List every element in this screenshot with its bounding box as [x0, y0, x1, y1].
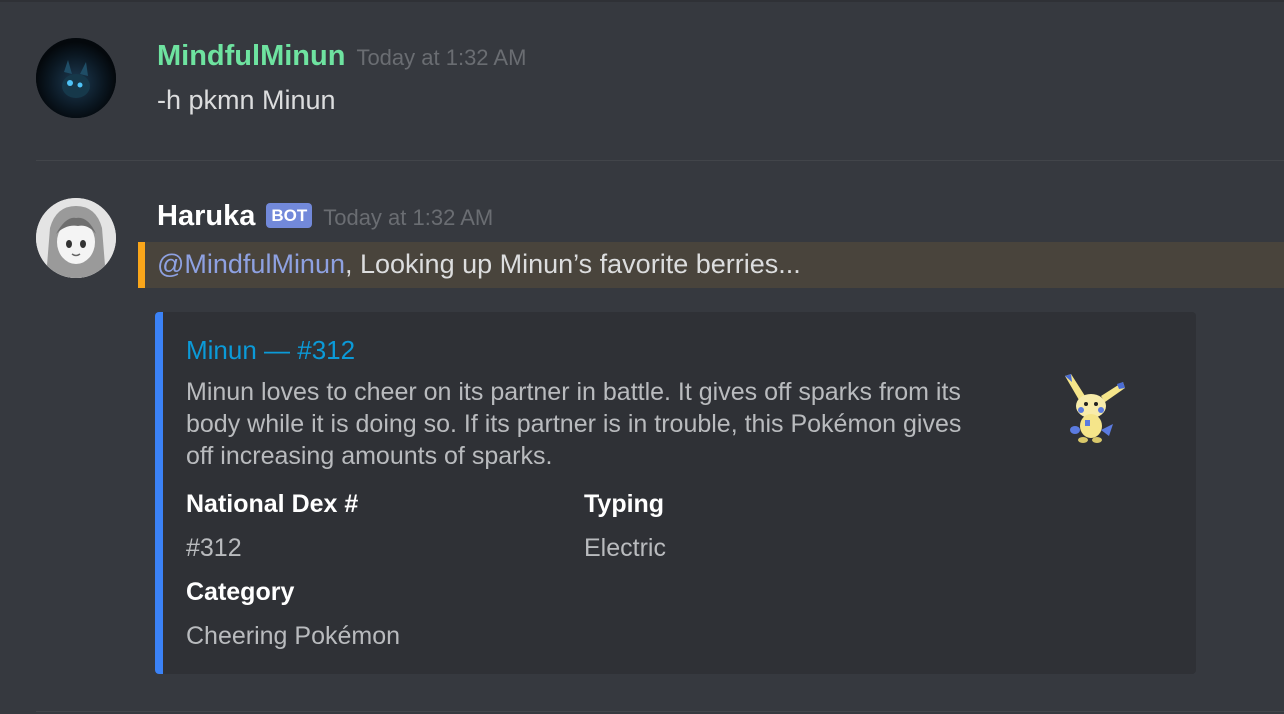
avatar-image — [36, 198, 116, 278]
message-text: @MindfulMinun, Looking up Minun’s favori… — [157, 249, 801, 280]
user-mention[interactable]: @MindfulMinun — [157, 249, 345, 279]
avatar-image — [36, 38, 116, 118]
message-divider — [36, 160, 1284, 161]
message-header: MindfulMinun Today at 1:32 AM — [157, 40, 526, 76]
username[interactable]: Haruka — [157, 200, 255, 233]
timestamp: Today at 1:32 AM — [323, 205, 494, 230]
message-text: -h pkmn Minun — [157, 85, 336, 115]
rich-embed: Minun — #312 Minun loves to cheer on its… — [155, 312, 1196, 674]
embed-title[interactable]: Minun — #312 — [186, 335, 355, 366]
field-value-typing: Electric — [584, 534, 666, 562]
field-value-category: Cheering Pokémon — [186, 622, 401, 650]
field-name-national-dex: National Dex # — [186, 490, 359, 518]
username[interactable]: MindfulMinun — [157, 40, 345, 73]
field-name-typing: Typing — [584, 490, 665, 518]
field-name-category: Category — [186, 578, 295, 606]
mention-indicator — [138, 242, 145, 288]
bot-avatar[interactable] — [36, 198, 116, 278]
bot-tag: BOT — [266, 203, 313, 228]
user-avatar[interactable] — [36, 38, 116, 118]
message-body: , Looking up Minun’s favorite berries... — [345, 249, 801, 279]
field-value-national-dex: #312 — [186, 534, 242, 562]
minun-sprite-icon[interactable] — [1061, 370, 1129, 450]
sprite-image — [1065, 374, 1125, 443]
mention-highlight: @MindfulMinun, Looking up Minun’s favori… — [138, 242, 1284, 288]
top-divider — [0, 0, 1284, 2]
timestamp: Today at 1:32 AM — [356, 45, 527, 70]
embed-accent-bar — [155, 312, 163, 674]
message-divider — [36, 711, 1284, 712]
embed-description: Minun loves to cheer on its partner in b… — [186, 378, 962, 470]
message-header: Haruka BOT Today at 1:32 AM — [157, 200, 493, 236]
